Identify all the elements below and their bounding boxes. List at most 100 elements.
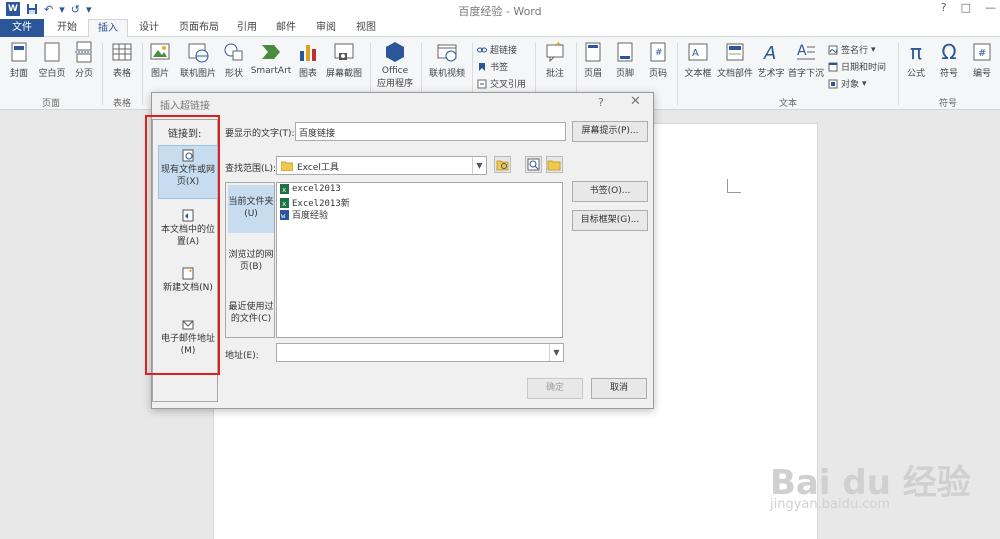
dropcap-button[interactable]: A 首字下沉 <box>787 41 825 79</box>
picture-icon <box>149 41 171 63</box>
display-text-input[interactable]: 百度链接 <box>295 122 566 141</box>
tab-view[interactable]: 视图 <box>348 19 384 37</box>
tab-design[interactable]: 设计 <box>130 19 168 37</box>
search-icon <box>527 158 540 171</box>
svg-text:A: A <box>763 43 776 63</box>
smartart-button[interactable]: SmartArt <box>250 41 292 76</box>
header-button[interactable]: 页眉 <box>580 41 606 79</box>
header-icon <box>582 41 604 63</box>
smartart-icon <box>260 41 282 63</box>
search-web-button[interactable] <box>525 156 542 173</box>
signature-line-button[interactable]: 签名行 ▾ <box>828 43 876 56</box>
cancel-button[interactable]: 取消 <box>591 378 647 399</box>
tab-insert[interactable]: 插入 <box>88 19 128 38</box>
place-in-document-icon <box>182 209 194 222</box>
blank-page-button[interactable]: 空白页 <box>36 41 68 79</box>
dialog-title: 插入超链接 <box>160 101 210 112</box>
hyperlink-button[interactable]: 超链接 <box>477 43 517 56</box>
object-button[interactable]: 对象 ▾ <box>828 77 867 90</box>
online-picture-button[interactable]: 联机图片 <box>176 41 220 79</box>
cover-page-icon <box>8 41 30 63</box>
footer-button[interactable]: 页脚 <box>612 41 638 79</box>
svg-text:#: # <box>978 48 986 59</box>
comment-button[interactable]: ✦ 批注 <box>541 40 569 79</box>
nav-recent-files[interactable]: 最近使用过的文件(C) <box>228 293 274 337</box>
link-to-email-address[interactable]: 电子邮件地址(M) <box>158 315 218 359</box>
group-separator <box>677 43 678 105</box>
blank-page-icon <box>41 41 63 63</box>
numbering-button[interactable]: # 编号 <box>968 41 996 79</box>
title-bar: W ↶ ▾ ↺ ▾ 百度经验 - Word ? □ — <box>0 0 1000 19</box>
wordart-icon: A <box>760 41 782 64</box>
tab-page-layout[interactable]: 页面布局 <box>172 19 226 37</box>
wordart-button[interactable]: A 艺术字 <box>757 41 785 79</box>
document-title: 百度经验 - Word <box>458 5 542 18</box>
help-button[interactable]: ? <box>941 1 947 14</box>
minimize-button[interactable]: — <box>985 1 996 14</box>
excel-file-icon: x <box>280 184 289 194</box>
ribbon-display-button[interactable]: □ <box>961 1 971 14</box>
hyperlink-icon <box>477 47 487 52</box>
screentip-button[interactable]: 屏幕提示(P)... <box>572 121 648 142</box>
shapes-button[interactable]: 形状 <box>222 41 246 79</box>
link-to-panel: 链接到: 现有文件或网页(X) 本文档中的位置(A) ✦ 新建文档(N) 电子邮… <box>152 119 218 402</box>
look-in-value: Excel工具 <box>297 163 339 173</box>
online-video-button[interactable]: 联机视频 <box>425 41 469 79</box>
office-apps-button[interactable]: Office 应用程序 <box>374 41 416 89</box>
page-break-button[interactable]: 分页 <box>71 41 97 79</box>
tab-mailings[interactable]: 邮件 <box>268 19 304 37</box>
svg-text:A: A <box>692 48 699 59</box>
link-to-existing-file[interactable]: 现有文件或网页(X) <box>158 145 218 199</box>
quick-parts-icon <box>724 41 746 63</box>
chevron-down-icon[interactable]: ▼ <box>472 157 486 174</box>
page-number-button[interactable]: # 页码 <box>645 41 671 79</box>
cover-page-button[interactable]: 封面 <box>6 41 32 79</box>
window-controls: ? □ — <box>941 1 996 14</box>
picture-button[interactable]: 图片 <box>147 41 173 79</box>
dialog-close-button[interactable]: ✕ <box>630 94 641 109</box>
tab-file[interactable]: 文件 <box>0 19 44 37</box>
margin-corner-mark <box>727 179 741 193</box>
browse-file-button[interactable] <box>546 156 563 173</box>
table-button[interactable]: 表格 <box>108 41 136 79</box>
tab-home[interactable]: 开始 <box>48 19 86 37</box>
datetime-button[interactable]: 日期和时间 <box>828 60 886 73</box>
link-to-new-document[interactable]: ✦ 新建文档(N) <box>158 264 218 304</box>
tab-references[interactable]: 引用 <box>230 19 264 37</box>
ok-button[interactable]: 确定 <box>527 378 583 399</box>
chart-button[interactable]: 图表 <box>296 41 320 79</box>
bookmark-button[interactable]: 书签(O)... <box>572 181 648 202</box>
equation-button[interactable]: π 公式 <box>903 41 929 79</box>
quick-parts-button[interactable]: 文档部件 <box>715 41 755 79</box>
group-label-text: 文本 <box>778 99 797 109</box>
omega-icon: Ω <box>941 40 957 64</box>
chevron-down-icon: ▾ <box>871 44 876 55</box>
new-document-icon: ✦ <box>182 267 194 280</box>
bookmark-button[interactable]: 书签 <box>477 60 508 73</box>
nav-current-folder[interactable]: 当前文件夹(U) <box>228 185 274 233</box>
email-icon <box>182 318 194 331</box>
cross-reference-button[interactable]: 交叉引用 <box>477 77 526 90</box>
comment-icon: ✦ <box>544 40 566 63</box>
look-in-combo[interactable]: Excel工具 ▼ <box>276 156 487 175</box>
tab-review[interactable]: 审阅 <box>308 19 344 37</box>
dialog-help-button[interactable]: ? <box>598 96 604 109</box>
chevron-down-icon[interactable]: ▼ <box>549 344 563 361</box>
svg-text:#: # <box>655 48 663 58</box>
shapes-icon <box>223 41 245 63</box>
group-separator <box>898 43 899 105</box>
screenshot-button[interactable]: 屏幕截图 <box>323 41 365 79</box>
group-separator <box>102 43 103 105</box>
list-item[interactable]: w 百度经验 <box>280 208 328 221</box>
link-to-place-in-document[interactable]: 本文档中的位置(A) <box>158 206 218 254</box>
target-frame-button[interactable]: 目标框架(G)... <box>572 210 648 231</box>
textbox-button[interactable]: A 文本框 <box>682 41 714 79</box>
browse-web-button[interactable] <box>494 156 511 173</box>
address-combo[interactable]: ▼ <box>276 343 564 362</box>
group-separator <box>142 43 143 105</box>
list-item[interactable]: x excel2013 <box>280 184 341 194</box>
nav-browsed-pages[interactable]: 浏览过的网页(B) <box>228 243 274 283</box>
file-list[interactable]: x excel2013 x Excel2013新 w 百度经验 <box>276 182 563 338</box>
page-break-icon <box>73 41 95 63</box>
symbol-button[interactable]: Ω 符号 <box>936 41 962 79</box>
